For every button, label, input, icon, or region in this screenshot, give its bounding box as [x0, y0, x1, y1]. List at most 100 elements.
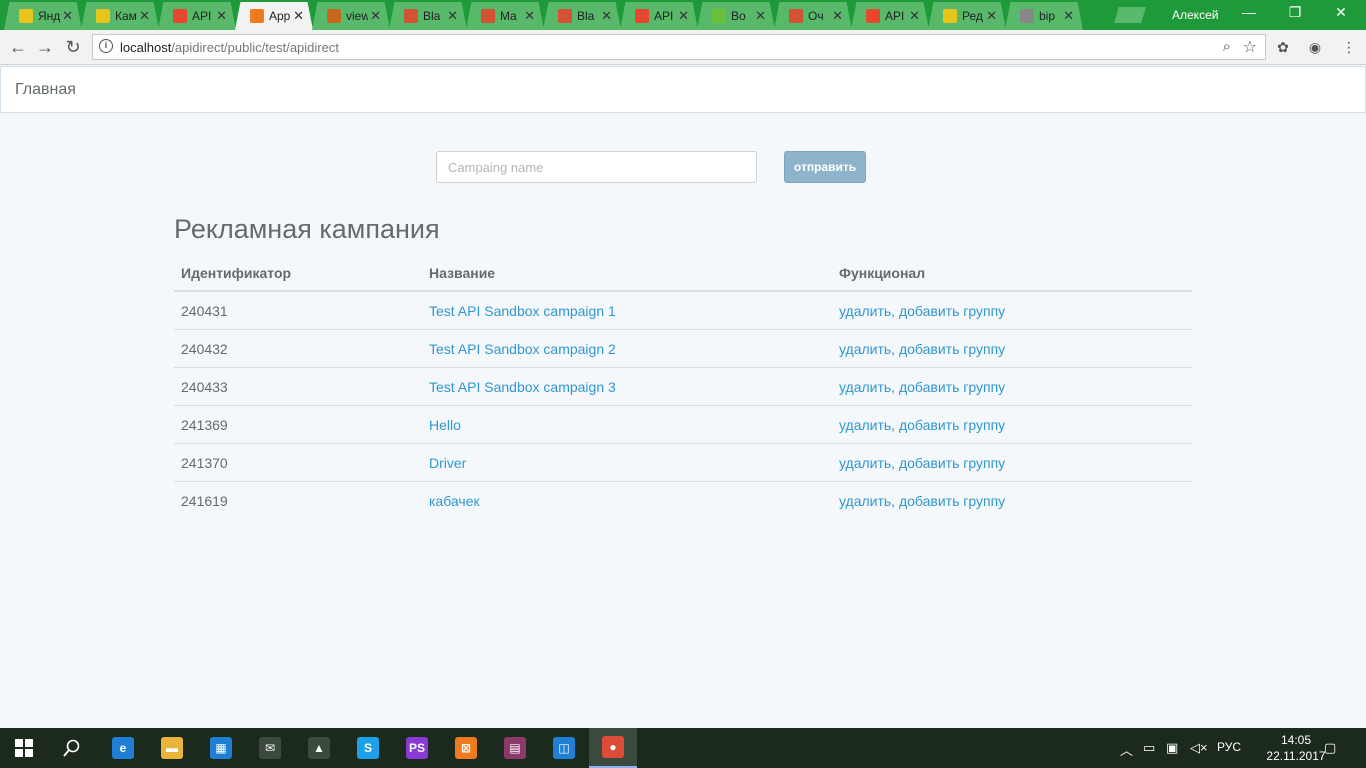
browser-tab[interactable]: Ред ✕: [928, 2, 1006, 30]
campaign-name-link[interactable]: кабачек: [429, 493, 480, 509]
extension-icon[interactable]: ✿: [1274, 38, 1292, 56]
skype-icon[interactable]: S: [344, 728, 392, 768]
tab-title: view: [346, 9, 368, 23]
tab-title: App: [269, 9, 291, 23]
back-icon[interactable]: ←: [7, 36, 29, 58]
reload-icon[interactable]: ↻: [62, 36, 84, 58]
tab-title: Ред: [962, 9, 983, 23]
search-icon[interactable]: [48, 728, 96, 768]
campaign-name-link[interactable]: Test API Sandbox campaign 1: [429, 303, 616, 319]
close-tab-icon[interactable]: ✕: [832, 8, 843, 24]
zoom-icon[interactable]: ⌕: [1223, 38, 1231, 55]
start-icon[interactable]: [0, 728, 48, 768]
browser-tab[interactable]: API ✕: [620, 2, 698, 30]
browser-tab[interactable]: Оч ✕: [774, 2, 852, 30]
browser-tab[interactable]: Bla ✕: [543, 2, 621, 30]
browser-tab[interactable]: Bo ✕: [697, 2, 775, 30]
close-tab-icon[interactable]: ✕: [139, 8, 150, 24]
minimize-icon[interactable]: —: [1226, 4, 1272, 20]
site-info-icon[interactable]: i: [99, 39, 113, 53]
browser-tab[interactable]: view ✕: [312, 2, 390, 30]
app-glyph: ◫: [553, 737, 575, 759]
campaign-actions-links[interactable]: удалить, добавить группу: [839, 341, 1005, 357]
restore-icon[interactable]: ❐: [1272, 4, 1318, 21]
new-tab-button[interactable]: [1114, 7, 1146, 23]
tab-title: Bla: [423, 9, 441, 23]
campaign-actions-links[interactable]: удалить, добавить группу: [839, 379, 1005, 395]
close-tab-icon[interactable]: ✕: [524, 8, 535, 24]
browser-tab[interactable]: API ✕: [158, 2, 236, 30]
browser-tab[interactable]: App ✕: [235, 2, 313, 30]
phpstorm-icon[interactable]: PS: [393, 728, 441, 768]
browser-tab[interactable]: Кам ✕: [81, 2, 159, 30]
network-icon[interactable]: ▣: [1166, 740, 1178, 756]
bookmark-star-icon[interactable]: ☆: [1243, 37, 1257, 57]
file-explorer-icon[interactable]: ▬: [148, 728, 196, 768]
campaign-actions-links[interactable]: удалить, добавить группу: [839, 417, 1005, 433]
winrar-icon[interactable]: ▤: [491, 728, 539, 768]
extension-icon-2[interactable]: ◉: [1306, 38, 1324, 56]
table-row: 240432 Test API Sandbox campaign 2 удалить…: [174, 329, 1192, 367]
app-icon[interactable]: ◫: [540, 728, 588, 768]
close-tab-icon[interactable]: ✕: [447, 8, 458, 24]
campaign-name-link[interactable]: Test API Sandbox campaign 3: [429, 379, 616, 395]
menu-icon[interactable]: ⋮: [1340, 38, 1358, 56]
close-tab-icon[interactable]: ✕: [62, 8, 73, 24]
close-window-icon[interactable]: ✕: [1318, 4, 1364, 21]
language-indicator[interactable]: РУС: [1217, 740, 1241, 754]
battery-icon[interactable]: ▭: [1143, 740, 1155, 756]
browser-tab[interactable]: API ✕: [851, 2, 929, 30]
url-text[interactable]: localhost/apidirect/public/test/apidirec…: [120, 40, 339, 55]
campaign-actions-links[interactable]: удалить, добавить группу: [839, 303, 1005, 319]
campaign-actions-links[interactable]: удалить, добавить группу: [839, 493, 1005, 509]
store-icon[interactable]: ▦: [197, 728, 245, 768]
close-tab-icon[interactable]: ✕: [293, 8, 304, 24]
tab-title: Оч: [808, 9, 824, 23]
clock-date: 22.11.2017: [1266, 749, 1326, 763]
close-tab-icon[interactable]: ✕: [601, 8, 612, 24]
close-tab-icon[interactable]: ✕: [370, 8, 381, 24]
campaign-name-link[interactable]: Hello: [429, 417, 461, 433]
edge-icon[interactable]: e: [99, 728, 147, 768]
close-tab-icon[interactable]: ✕: [1063, 8, 1074, 24]
tab-title: Bla: [577, 9, 595, 23]
xampp-icon[interactable]: ⊠: [442, 728, 490, 768]
column-header-name: Название: [429, 265, 496, 281]
smile-icon: [1020, 9, 1034, 23]
tab-title: Янд: [38, 9, 60, 23]
close-tab-icon[interactable]: ✕: [678, 8, 689, 24]
volume-icon[interactable]: ◁×: [1190, 740, 1208, 756]
address-bar[interactable]: i localhost/apidirect/public/test/apidir…: [92, 34, 1266, 60]
close-tab-icon[interactable]: ✕: [216, 8, 227, 24]
campaign-name-link[interactable]: Test API Sandbox campaign 2: [429, 341, 616, 357]
profile-name[interactable]: Алексей: [1172, 8, 1218, 22]
campaign-name-input[interactable]: [436, 151, 757, 183]
yellow-doc-icon: [943, 9, 957, 23]
submit-button[interactable]: отправить: [784, 151, 866, 183]
forward-icon[interactable]: →: [34, 36, 56, 58]
close-tab-icon[interactable]: ✕: [909, 8, 920, 24]
browser-tab[interactable]: Янд ✕: [4, 2, 82, 30]
photos-glyph: ▲: [308, 737, 330, 759]
tab-strip: Янд ✕ Кам ✕ API ✕ App ✕ view ✕ Bla ✕ Ma ✕ Bla ✕ API ✕ Bo ✕ О…: [4, 2, 1083, 30]
mail-icon[interactable]: ✉: [246, 728, 294, 768]
close-tab-icon[interactable]: ✕: [755, 8, 766, 24]
chrome-icon[interactable]: ●: [589, 728, 637, 768]
campaign-actions-links[interactable]: удалить, добавить группу: [839, 455, 1005, 471]
winrar-glyph: ▤: [504, 737, 526, 759]
table-row: 241369 Hello удалить, добавить группу: [174, 405, 1192, 443]
home-link[interactable]: Главная: [15, 81, 76, 99]
browser-tab[interactable]: bip ✕: [1005, 2, 1083, 30]
campaign-id: 240432: [181, 341, 228, 357]
close-tab-icon[interactable]: ✕: [986, 8, 997, 24]
browser-tab[interactable]: Bla ✕: [389, 2, 467, 30]
browser-tab[interactable]: Ma ✕: [466, 2, 544, 30]
store-glyph: ▦: [210, 737, 232, 759]
table-row: 240431 Test API Sandbox campaign 1 удалить…: [174, 291, 1192, 329]
campaign-name-link[interactable]: Driver: [429, 455, 466, 471]
notifications-icon[interactable]: ▢: [1324, 740, 1336, 756]
clock[interactable]: 14:05 22.11.2017: [1266, 732, 1326, 764]
show-hidden-icons-icon[interactable]: ︿: [1120, 740, 1133, 759]
laravel-icon: [481, 9, 495, 23]
photos-icon[interactable]: ▲: [295, 728, 343, 768]
